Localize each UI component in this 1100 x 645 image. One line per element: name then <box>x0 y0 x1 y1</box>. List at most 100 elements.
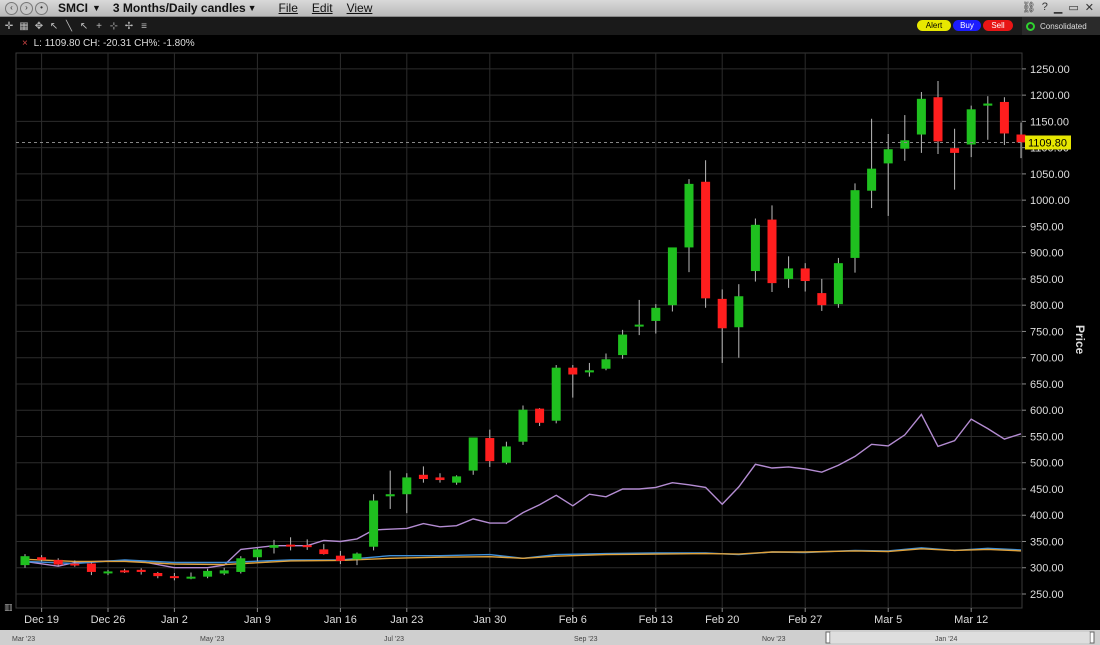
crosshair-icon[interactable]: ✛ <box>3 20 15 32</box>
candle-down <box>435 477 445 481</box>
y-tick-label: 1150.00 <box>1030 116 1069 128</box>
back-icon[interactable]: ‹ <box>5 1 18 15</box>
chevron-down-icon[interactable]: ▼ <box>92 3 101 13</box>
candle-up <box>867 168 877 191</box>
y-tick-label: 1050.00 <box>1030 169 1070 181</box>
candle-up <box>983 103 993 106</box>
x-tick-label: Mar 5 <box>874 614 902 626</box>
y-tick-label: 500.00 <box>1030 458 1064 470</box>
window-controls: ‹ › • <box>5 1 48 15</box>
period-selector[interactable]: 3 Months/Daily candles <box>113 1 246 15</box>
link-icon[interactable]: ⛓ <box>1022 1 1036 14</box>
price-chart[interactable]: 250.00 300.00 350.00 400.00 450.00 500.00 550.… <box>0 35 1100 645</box>
y-tick-label: 350.00 <box>1030 536 1064 548</box>
candle-up <box>734 296 744 328</box>
overview-label: Sep '23 <box>574 636 598 643</box>
hline-icon[interactable]: + <box>93 20 105 32</box>
candle-up <box>551 367 561 421</box>
x-tick-label: Feb 6 <box>559 614 587 626</box>
menu-file[interactable]: File <box>279 1 298 15</box>
sell-button[interactable]: Sell <box>983 20 1013 31</box>
overview-handle-right <box>1089 631 1095 644</box>
candle-up <box>385 494 395 497</box>
pan-icon[interactable]: ✥ <box>33 20 45 32</box>
x-tick-label: Feb 13 <box>639 614 673 626</box>
chevron-down-icon[interactable]: ▼ <box>248 3 257 13</box>
arrow-icon[interactable]: ↖ <box>78 20 90 32</box>
candle-down <box>120 570 130 573</box>
close-info-icon[interactable]: × <box>22 38 28 49</box>
x-tick-label: Jan 16 <box>324 614 357 626</box>
change-pct: -1.80% <box>163 38 195 49</box>
refresh-icon[interactable]: • <box>35 1 48 15</box>
fib-icon[interactable]: ≡ <box>138 20 150 32</box>
volume-icon: ▥ <box>4 602 13 612</box>
y-tick-label: 950.00 <box>1030 221 1064 233</box>
x-tick-label: Feb 27 <box>788 614 822 626</box>
forward-icon[interactable]: › <box>20 1 33 15</box>
candle-up <box>219 570 229 574</box>
candle-down <box>1016 134 1026 143</box>
candle-up <box>684 183 694 248</box>
candle-down <box>302 545 312 548</box>
vline-icon[interactable]: ⊹ <box>108 20 120 32</box>
y-tick-label: 650.00 <box>1030 379 1064 391</box>
grid-icon[interactable]: ▦ <box>18 20 30 32</box>
crosshair-tool-icon[interactable]: ✢ <box>123 20 135 32</box>
candle-up <box>468 437 478 471</box>
overview-label: Nov '23 <box>762 636 786 643</box>
candle-down <box>717 298 727 329</box>
candle-down <box>70 563 80 566</box>
candle-up <box>518 409 528 442</box>
close-icon[interactable]: ✕ <box>1085 1 1094 14</box>
y-tick-label: 900.00 <box>1030 248 1064 260</box>
candle-down <box>319 549 329 555</box>
x-tick-label: Jan 9 <box>244 614 271 626</box>
candle-up <box>667 247 677 306</box>
candle-up <box>352 553 362 560</box>
buy-button[interactable]: Buy <box>953 20 981 31</box>
alert-button[interactable]: Alert <box>917 20 951 31</box>
candle-down <box>568 367 578 375</box>
chart-area[interactable]: 250.00 300.00 350.00 400.00 450.00 500.00 550.… <box>0 35 1100 645</box>
chart-toolbar: ✛ ▦ ✥ ↖ ╲ ↖ + ⊹ ✢ ≡ Alert Buy Sell Conso… <box>0 17 1100 35</box>
candle-down <box>767 219 777 284</box>
candle-up <box>833 263 843 305</box>
candle-up <box>402 477 412 495</box>
x-tick-label: Dec 19 <box>24 614 59 626</box>
candle-up <box>203 570 213 577</box>
draw-line-icon[interactable]: ╲ <box>63 20 75 32</box>
candle-down <box>335 555 345 561</box>
y-tick-label: 450.00 <box>1030 484 1064 496</box>
maximize-icon[interactable]: ▭ <box>1068 1 1078 14</box>
symbol-selector[interactable]: SMCI <box>58 1 88 15</box>
candle-down <box>37 557 47 560</box>
candle-up <box>501 446 511 463</box>
x-tick-label: Mar 12 <box>954 614 988 626</box>
cursor-icon[interactable]: ↖ <box>48 20 60 32</box>
x-tick-label: Jan 30 <box>473 614 506 626</box>
price-info: × L: 1109.80 CH: -20.31 CH%: -1.80% <box>22 38 195 49</box>
candle-down <box>999 101 1009 134</box>
candle-up <box>236 558 246 572</box>
overview-label: Jan '24 <box>935 636 957 643</box>
y-tick-label: 700.00 <box>1030 353 1064 365</box>
menu-view[interactable]: View <box>347 1 373 15</box>
menu-edit[interactable]: Edit <box>312 1 333 15</box>
candle-down <box>86 563 96 572</box>
minimize-icon[interactable]: ▁ <box>1054 1 1062 14</box>
candle-up <box>252 549 262 558</box>
candle-down <box>286 544 296 547</box>
y-tick-label: 750.00 <box>1030 326 1064 338</box>
candle-up <box>883 149 893 164</box>
candle-up <box>850 190 860 258</box>
y-tick-label: 300.00 <box>1030 563 1064 575</box>
candle-down <box>701 181 711 299</box>
help-icon[interactable]: ? <box>1042 1 1048 14</box>
x-tick-label: Feb 20 <box>705 614 739 626</box>
consolidated-toggle[interactable]: Consolidated <box>1022 17 1100 35</box>
y-tick-label: 600.00 <box>1030 405 1064 417</box>
overview-label: May '23 <box>200 636 224 643</box>
y-tick-label: 800.00 <box>1030 300 1064 312</box>
candle-up <box>186 576 196 579</box>
